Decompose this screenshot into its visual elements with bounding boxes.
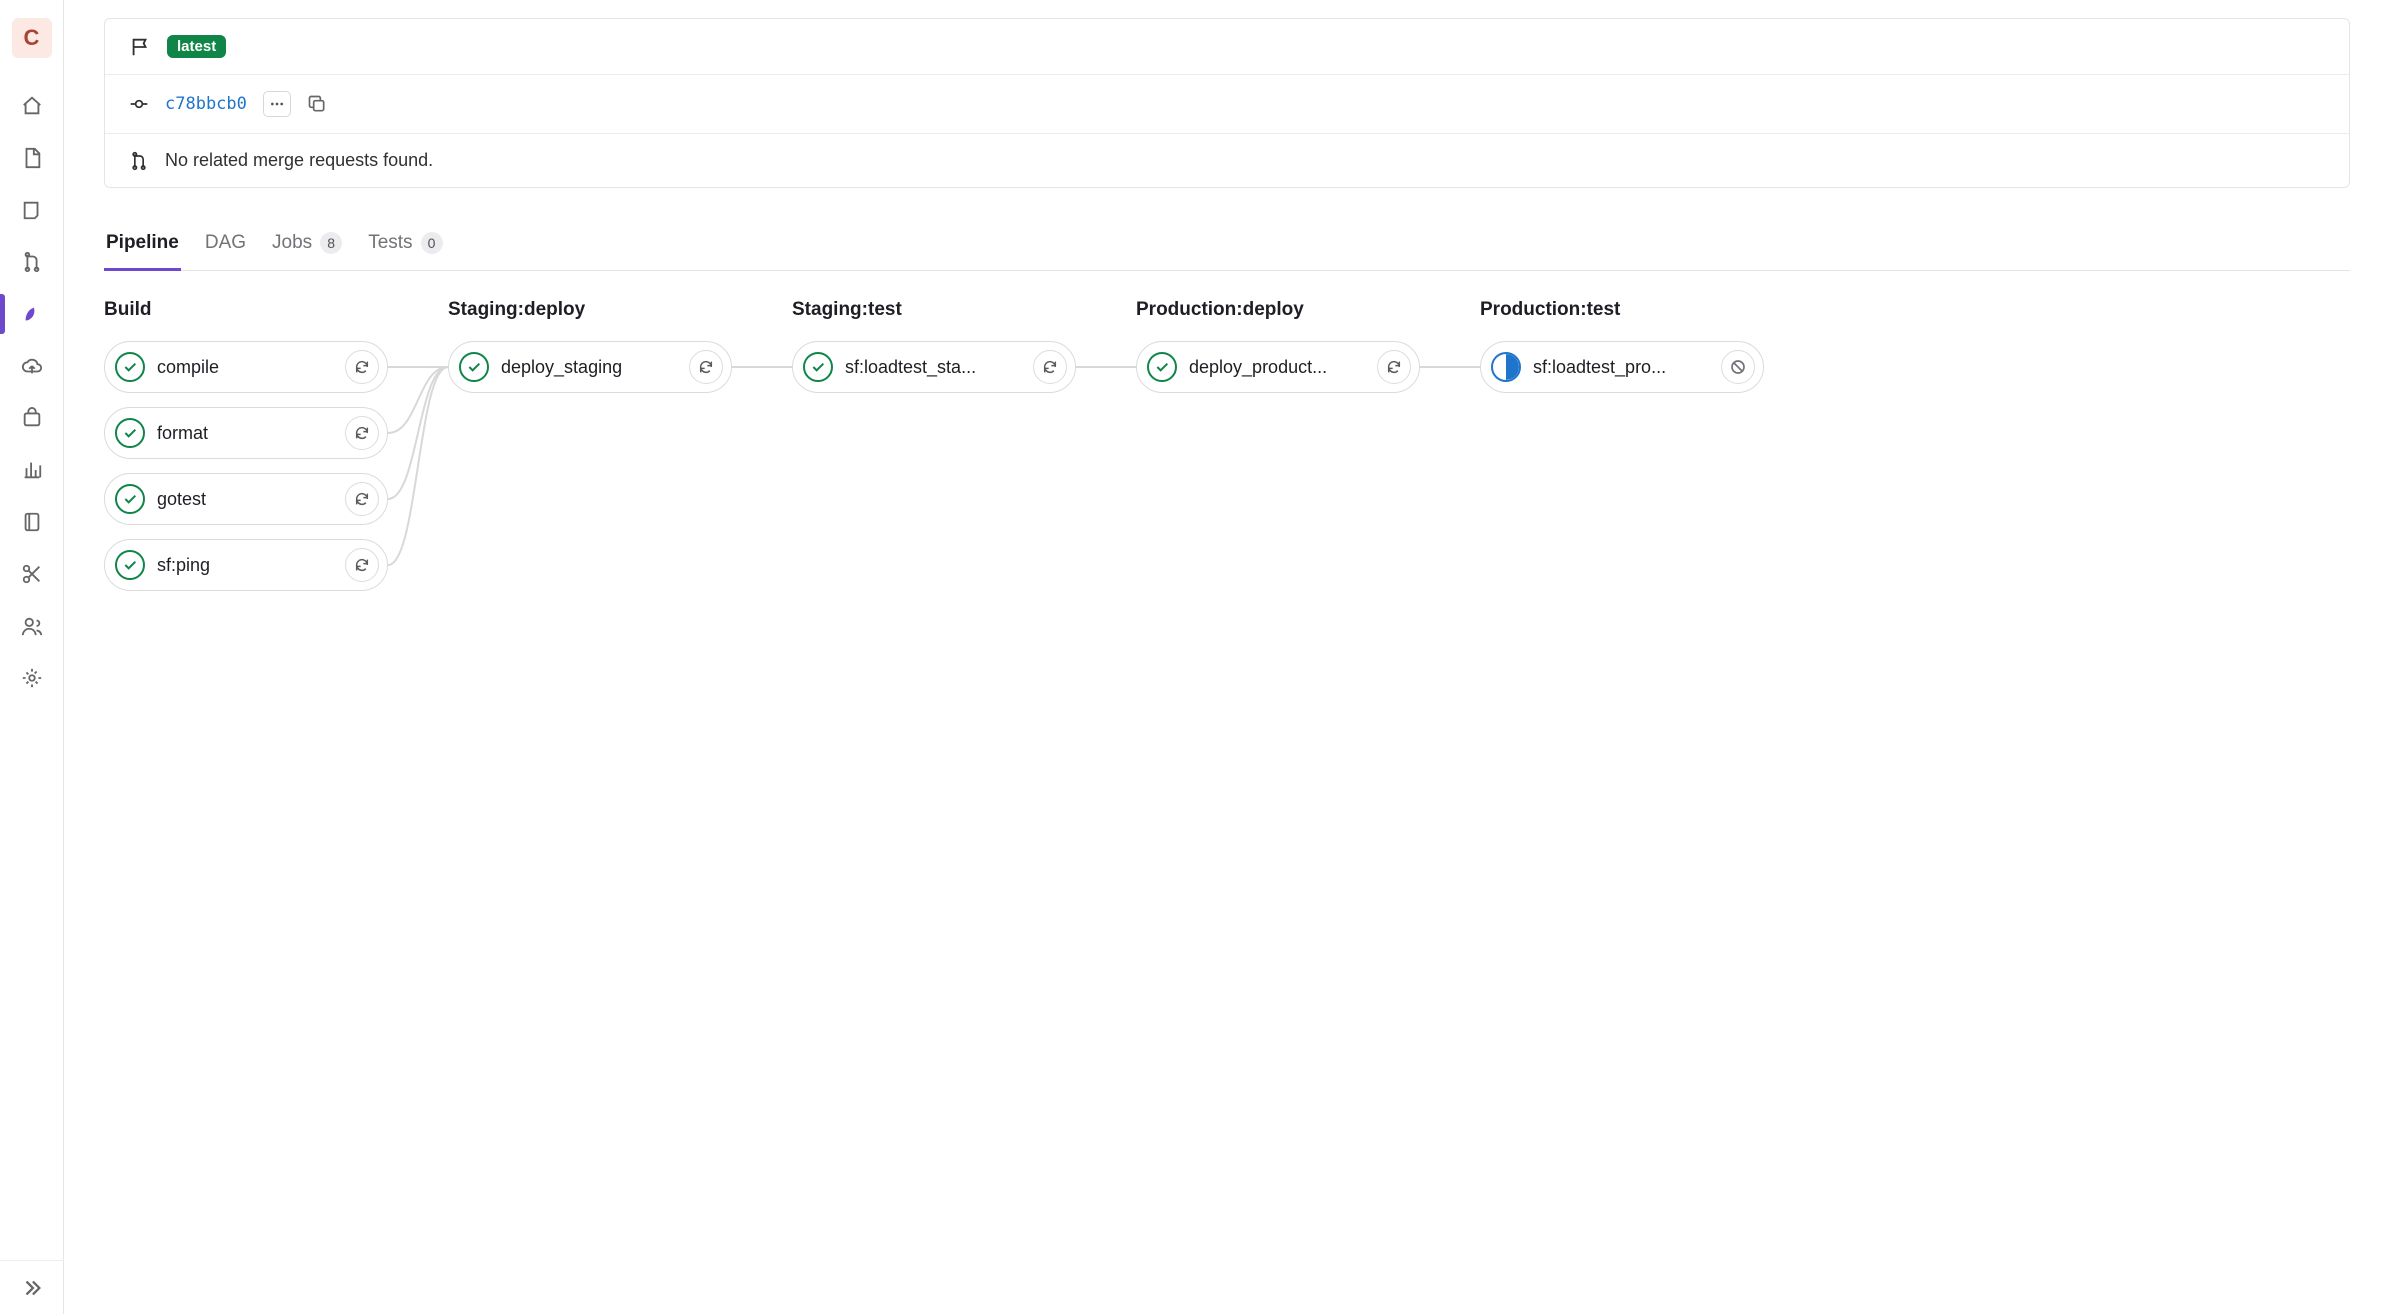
job-pill[interactable]: sf:loadtest_pro...: [1480, 341, 1764, 393]
package-icon: [21, 407, 43, 429]
job-pill[interactable]: format: [104, 407, 388, 459]
chart-icon: [21, 459, 43, 481]
job-name: compile: [157, 357, 333, 378]
mr-status-text: No related merge requests found.: [165, 150, 433, 171]
job-pill[interactable]: gotest: [104, 473, 388, 525]
tab-label: Pipeline: [106, 232, 179, 254]
main-content: latest c78bbcb0 No related merge request…: [64, 0, 2390, 645]
status-success-icon: [803, 352, 833, 382]
sidebar-item-cicd[interactable]: [0, 288, 64, 340]
job-name: sf:loadtest_sta...: [845, 357, 1021, 378]
stage-title: Production:test: [1480, 299, 1764, 321]
commit-sha-link[interactable]: c78bbcb0: [165, 94, 247, 114]
project-avatar[interactable]: C: [12, 18, 52, 58]
file-icon: [21, 147, 43, 169]
stage-title: Production:deploy: [1136, 299, 1420, 321]
job-name: gotest: [157, 489, 333, 510]
pipeline-info-card: latest c78bbcb0 No related merge request…: [104, 18, 2350, 188]
stages-row: Build compile format gotest sf:ping Staging:d…: [104, 299, 2350, 605]
job-retry-button[interactable]: [345, 548, 379, 582]
pipeline-flags-row: latest: [105, 19, 2349, 75]
sidebar-item-wiki[interactable]: [0, 496, 64, 548]
job-retry-button[interactable]: [345, 350, 379, 384]
commit-more-button[interactable]: [263, 91, 291, 117]
job-pill[interactable]: deploy_staging: [448, 341, 732, 393]
stage-title: Staging:deploy: [448, 299, 732, 321]
chevron-double-right-icon: [21, 1277, 43, 1299]
job-pill[interactable]: deploy_product...: [1136, 341, 1420, 393]
tab-label: Jobs: [272, 232, 312, 254]
scissors-icon: [21, 563, 43, 585]
status-success-icon: [115, 484, 145, 514]
stage-column: Production:deploy deploy_product...: [1136, 299, 1420, 605]
job-name: sf:ping: [157, 555, 333, 576]
merge-request-icon: [129, 151, 149, 171]
status-running-icon: [1491, 352, 1521, 382]
job-retry-button[interactable]: [1377, 350, 1411, 384]
rocket-icon: [21, 303, 43, 325]
job-name: deploy_product...: [1189, 357, 1365, 378]
job-name: sf:loadtest_pro...: [1533, 357, 1709, 378]
flag-icon: [129, 36, 151, 58]
job-retry-button[interactable]: [1033, 350, 1067, 384]
mr-row: No related merge requests found.: [105, 134, 2349, 187]
job-retry-button[interactable]: [345, 482, 379, 516]
tab-count: 8: [320, 232, 342, 254]
job-cancel-button[interactable]: [1721, 350, 1755, 384]
main-scroll[interactable]: latest c78bbcb0 No related merge request…: [64, 0, 2390, 1314]
job-name: deploy_staging: [501, 357, 677, 378]
pipeline-tabs: Pipeline DAG Jobs 8 Tests 0: [104, 222, 2350, 271]
sidebar-item-home[interactable]: [0, 80, 64, 132]
tab-pipeline[interactable]: Pipeline: [104, 222, 181, 271]
job-retry-button[interactable]: [345, 416, 379, 450]
commit-icon: [129, 94, 149, 114]
avatar-letter: C: [24, 25, 40, 51]
stage-title: Build: [104, 299, 388, 321]
stage-column: Build compile format gotest sf:ping: [104, 299, 388, 605]
stage-column: Staging:deploy deploy_staging: [448, 299, 732, 605]
sidebar-item-snippets[interactable]: [0, 548, 64, 600]
tab-label: Tests: [368, 232, 412, 254]
status-success-icon: [115, 418, 145, 448]
job-retry-button[interactable]: [689, 350, 723, 384]
sidebar-item-issues[interactable]: [0, 184, 64, 236]
sidebar-item-analytics[interactable]: [0, 444, 64, 496]
tag-icon: [21, 199, 43, 221]
status-success-icon: [115, 352, 145, 382]
stage-column: Production:test sf:loadtest_pro...: [1480, 299, 1764, 605]
status-success-icon: [1147, 352, 1177, 382]
gear-icon: [21, 667, 43, 689]
latest-badge: latest: [167, 35, 226, 58]
job-name: format: [157, 423, 333, 444]
status-success-icon: [459, 352, 489, 382]
sidebar-expand-button[interactable]: [0, 1260, 64, 1314]
copy-icon[interactable]: [307, 94, 327, 114]
sidebar-item-packages[interactable]: [0, 392, 64, 444]
book-icon: [21, 511, 43, 533]
job-pill[interactable]: compile: [104, 341, 388, 393]
sidebar-item-settings[interactable]: [0, 652, 64, 704]
tab-tests[interactable]: Tests 0: [366, 222, 444, 271]
home-icon: [21, 95, 43, 117]
sidebar-item-members[interactable]: [0, 600, 64, 652]
status-success-icon: [115, 550, 145, 580]
members-icon: [21, 615, 43, 637]
merge-request-icon: [21, 251, 43, 273]
sidebar-item-deployments[interactable]: [0, 340, 64, 392]
stage-title: Staging:test: [792, 299, 1076, 321]
pipeline-graph: Build compile format gotest sf:ping Staging:d…: [104, 299, 2350, 605]
sidebar: C: [0, 0, 64, 1314]
tab-count: 0: [421, 232, 443, 254]
tab-dag[interactable]: DAG: [203, 222, 248, 271]
sidebar-item-merge-requests[interactable]: [0, 236, 64, 288]
job-pill[interactable]: sf:ping: [104, 539, 388, 591]
job-pill[interactable]: sf:loadtest_sta...: [792, 341, 1076, 393]
ellipsis-icon: [269, 96, 285, 112]
tab-jobs[interactable]: Jobs 8: [270, 222, 344, 271]
commit-row: c78bbcb0: [105, 75, 2349, 134]
stage-column: Staging:test sf:loadtest_sta...: [792, 299, 1076, 605]
sidebar-item-repo[interactable]: [0, 132, 64, 184]
tab-label: DAG: [205, 232, 246, 254]
cloud-icon: [21, 355, 43, 377]
